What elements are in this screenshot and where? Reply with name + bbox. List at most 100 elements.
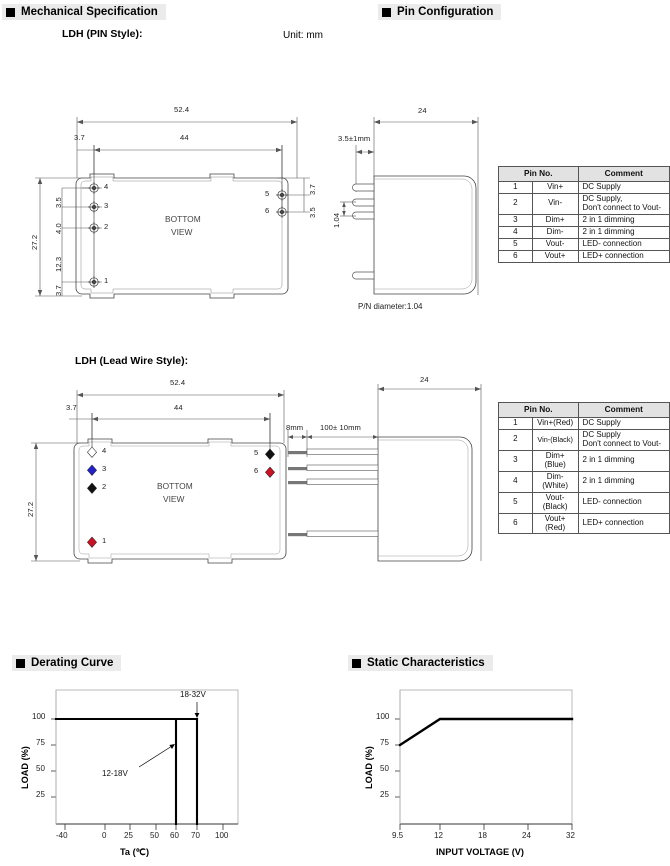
table-row: 4 Dim- 2 in 1 dimming — [498, 225, 670, 239]
y-tick-100: 100 — [32, 712, 46, 721]
table-row: 2 Vin- DC Supply, Don't connect to Vout- — [498, 192, 670, 215]
y-axis-title: LOAD (%) — [364, 746, 374, 789]
annotation-18-32v: 18-32V — [180, 690, 206, 699]
cell-pin-no: 5 — [498, 491, 533, 514]
cell-pin-no: 4 — [498, 225, 533, 239]
section-header-label: Pin Configuration — [397, 6, 494, 18]
cell-comment: LED+ connection — [577, 512, 670, 535]
dim-right-3-5: 3.5 — [308, 207, 317, 218]
x-tick-9-5: 9.5 — [392, 831, 404, 840]
annotation-12-18v: 12-18V — [102, 769, 128, 778]
cell-pin-name: Dim- (White) — [531, 470, 579, 493]
table-row: 3 Dim+ 2 in 1 dimming — [498, 213, 670, 227]
x-tick-0: 0 — [102, 831, 107, 840]
pin-configuration-table-pin-style: Pin No. Comment 1 Vin+ DC Supply 2 Vin- … — [498, 166, 670, 263]
y-tick-75: 75 — [380, 738, 389, 747]
cell-pin-name: Vout+ (Red) — [531, 512, 579, 535]
lead-side-svg — [287, 384, 482, 562]
section-header-label: Static Characteristics — [367, 657, 485, 669]
bottom-view-label-line1: BOTTOM — [165, 214, 201, 224]
x-axis-title: INPUT VOLTAGE (V) — [436, 847, 524, 857]
bottom-view-label-line1: BOTTOM — [157, 481, 193, 491]
dim-strip-length: 8mm — [286, 423, 304, 432]
cell-pin-name: Vin- — [531, 192, 579, 215]
pin-table-body: 1 Vin+(Red) DC Supply 2 Vin-(Black) DC S… — [498, 417, 670, 535]
drawing-title-pin-style: LDH (PIN Style): — [62, 28, 143, 40]
pin-number-6: 6 — [254, 466, 259, 475]
table-header-row: Pin No. Comment — [498, 402, 670, 418]
cell-pin-name: Dim+ — [531, 213, 579, 227]
dim-overall-width: 52.4 — [170, 378, 186, 387]
pin-number-5: 5 — [265, 189, 270, 198]
cell-pin-no: 6 — [498, 249, 533, 263]
bullet-square-icon — [352, 658, 361, 668]
cell-pin-no: 1 — [498, 181, 533, 194]
pin-number-5: 5 — [254, 448, 259, 457]
cell-comment: DC Supply — [577, 181, 670, 194]
cell-comment: LED+ connection — [577, 249, 670, 263]
table-row: 3 Dim+ (Blue) 2 in 1 dimming — [498, 449, 670, 472]
x-tick-60: 60 — [170, 831, 179, 840]
dim-inner-width: 44 — [180, 133, 189, 142]
cell-pin-no: 3 — [498, 213, 533, 227]
column-header-comment: Comment — [577, 402, 670, 418]
x-tick-18: 18 — [478, 831, 487, 840]
cell-pin-no: 4 — [498, 470, 533, 493]
x-tick-25: 25 — [124, 831, 133, 840]
dim-overall-height: 27.2 — [26, 501, 35, 517]
table-row: 5 Vout- (Black) LED- connection — [498, 491, 670, 514]
dim-3-7: 3.7 — [54, 285, 63, 296]
table-row: 2 Vin-(Black) DC Supply Don't connect to… — [498, 428, 670, 451]
table-row: 6 Vout+ (Red) LED+ connection — [498, 512, 670, 535]
section-header-static-characteristics: Static Characteristics — [348, 655, 493, 671]
cell-comment: 2 in 1 dimming — [577, 449, 670, 472]
dim-12-3: 12.3 — [54, 256, 63, 272]
lead-wire-side-view-drawing: 24 8mm 100± 10mm — [280, 375, 495, 575]
y-tick-50: 50 — [36, 764, 45, 773]
cell-pin-name: Dim- — [531, 225, 579, 239]
pin-number-4: 4 — [104, 182, 109, 191]
dim-left-offset: 3.7 — [74, 133, 85, 142]
dim-3-5: 3.5 — [54, 197, 63, 208]
cell-comment: DC Supply, Don't connect to Vout- — [577, 192, 670, 215]
table-row: 5 Vout- LED- connection — [498, 237, 670, 251]
cell-pin-name: Vout- — [531, 237, 579, 251]
dim-pin-pitch: 1.04 — [332, 212, 341, 228]
dim-pin-length: 3.5±1mm — [338, 134, 371, 143]
dim-left-offset: 3.7 — [66, 403, 77, 412]
pin-number-2: 2 — [102, 482, 107, 491]
dim-depth: 24 — [418, 106, 427, 115]
pin-style-bottom-view-drawing: 52.4 44 3.7 27.2 3.5 4.0 12.3 3.7 3.7 3.… — [22, 100, 322, 310]
section-header-label: Mechanical Specification — [21, 6, 158, 18]
y-tick-50: 50 — [380, 764, 389, 773]
section-header-derating-curve: Derating Curve — [12, 655, 122, 671]
cell-comment: 2 in 1 dimming — [577, 470, 670, 493]
column-header-comment: Comment — [577, 166, 670, 182]
x-tick-70: 70 — [191, 831, 200, 840]
y-tick-25: 25 — [380, 790, 389, 799]
section-header-label: Derating Curve — [31, 657, 114, 669]
pin-configuration-table-lead-wire-style: Pin No. Comment 1 Vin+(Red) DC Supply 2 … — [498, 402, 670, 535]
column-header-pin-no: Pin No. — [498, 166, 579, 182]
cell-comment: 2 in 1 dimming — [577, 213, 670, 227]
bullet-square-icon — [6, 7, 15, 17]
table-row: 6 Vout+ LED+ connection — [498, 249, 670, 263]
table-header-row: Pin No. Comment — [498, 166, 670, 182]
cell-pin-name: Vout- (Black) — [531, 491, 579, 514]
static-characteristics-svg — [395, 689, 574, 830]
pin-diameter-note: P/N diameter:1.04 — [358, 302, 423, 311]
pin-side-svg — [340, 117, 479, 295]
pin-number-3: 3 — [104, 201, 109, 210]
drawing-title-lead-wire-style: LDH (Lead Wire Style): — [75, 355, 189, 367]
dim-right-3-7: 3.7 — [308, 184, 317, 195]
x-tick-50: 50 — [150, 831, 159, 840]
bullet-square-icon — [382, 7, 391, 17]
derating-curve-chart: 100 75 50 25 -40 0 25 50 60 70 100 18-32… — [20, 684, 280, 864]
x-tick-32: 32 — [566, 831, 575, 840]
section-header-pin-configuration: Pin Configuration — [378, 4, 502, 20]
cell-comment: DC Supply — [577, 417, 670, 430]
cell-comment: LED- connection — [577, 491, 670, 514]
derating-curve-svg — [51, 689, 239, 830]
cell-pin-no: 2 — [498, 428, 533, 451]
lead-wire-bottom-view-drawing: 52.4 44 3.7 27.2 4 3 2 1 5 6 BOTTOM VIEW — [22, 375, 322, 585]
